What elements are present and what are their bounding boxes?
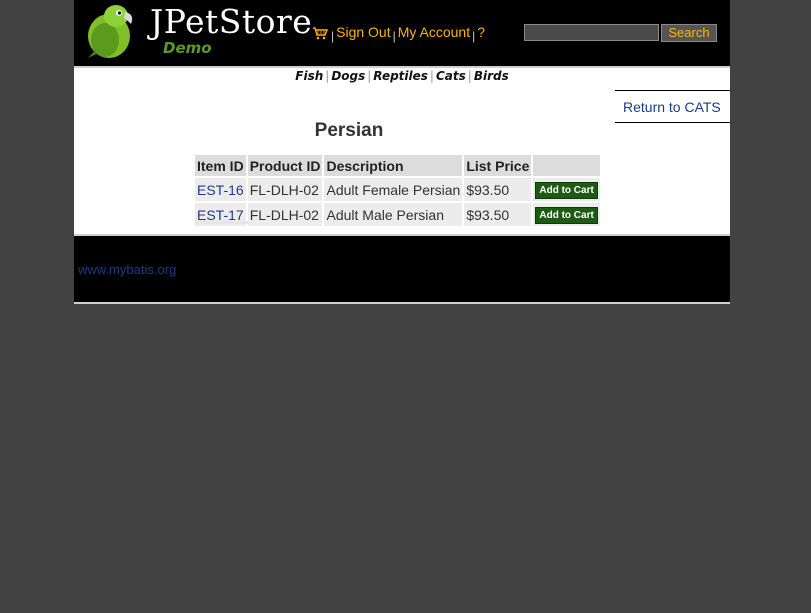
help-link[interactable]: ? [477,24,485,40]
quicklink-dogs[interactable]: Dogs [331,69,365,83]
add-to-cart-button[interactable]: Add to Cart [535,182,598,199]
product-id-cell: FL-DLH-02 [247,178,323,201]
category-quicklinks: Fish | Dogs | Reptiles | Cats | Birds [74,69,730,83]
product-id-cell: FL-DLH-02 [247,203,323,226]
table-header-row: Item ID Product ID Description List Pric… [195,155,600,176]
menu-separator: | [392,29,396,43]
table-empty-cell [195,221,248,224]
add-to-cart-button[interactable]: Add to Cart [535,207,598,224]
logo[interactable]: JPetStore Demo [83,2,312,60]
item-id-link[interactable]: EST-16 [197,182,244,198]
footer-bottom-divider [74,302,730,304]
header: JPetStore Demo | Sign Out | My Account |? Se… [74,0,730,66]
column-header-action [533,155,600,176]
content: Fish | Dogs | Reptiles | Cats | Birds Return to … [74,68,730,234]
column-header-list-price: List Price [464,155,532,176]
search-button[interactable]: Search [661,24,717,42]
account-menu: | Sign Out | My Account |? [312,24,485,43]
quicklink-separator: | [429,69,434,83]
price-cell: $93.50 [464,178,532,201]
quicklink-separator: | [367,69,372,83]
quicklink-reptiles[interactable]: Reptiles [373,69,428,83]
column-header-item-id: Item ID [195,155,246,176]
logo-subtitle: Demo [163,39,212,57]
parrot-logo-icon [85,5,133,59]
quicklink-separator: | [325,69,330,83]
column-header-description: Description [324,155,463,176]
search-input[interactable] [524,24,659,41]
quicklink-cats[interactable]: Cats [436,69,466,83]
footer: www.mybatis.org [74,236,730,302]
logo-title: JPetStore [150,2,313,41]
table-row: EST-16 FL-DLH-02 Adult Female Persian $9… [195,178,600,201]
mybatis-link[interactable]: www.mybatis.org [78,262,176,277]
cart-icon[interactable] [312,26,329,40]
quicklink-fish[interactable]: Fish [295,69,323,83]
description-cell: Adult Female Persian [324,178,463,201]
menu-separator: | [331,29,335,43]
my-account-link[interactable]: My Account [398,24,470,40]
price-cell: $93.50 [464,203,532,226]
page-title: Persian [314,120,384,141]
return-to-category-link[interactable]: Return to CATS [623,99,721,115]
description-cell: Adult Male Persian [324,203,463,226]
quicklink-birds[interactable]: Birds [474,69,509,83]
items-table: Item ID Product ID Description List Pric… [193,153,602,228]
page-wrapper: JPetStore Demo | Sign Out | My Account |? Se… [74,0,730,304]
column-header-product-id: Product ID [247,155,323,176]
back-link-box: Return to CATS [615,90,730,123]
quicklink-separator: | [467,69,472,83]
menu-separator: | [472,29,476,43]
table-row: EST-17 FL-DLH-02 Adult Male Persian $93.… [195,203,600,226]
sign-out-link[interactable]: Sign Out [336,24,390,40]
